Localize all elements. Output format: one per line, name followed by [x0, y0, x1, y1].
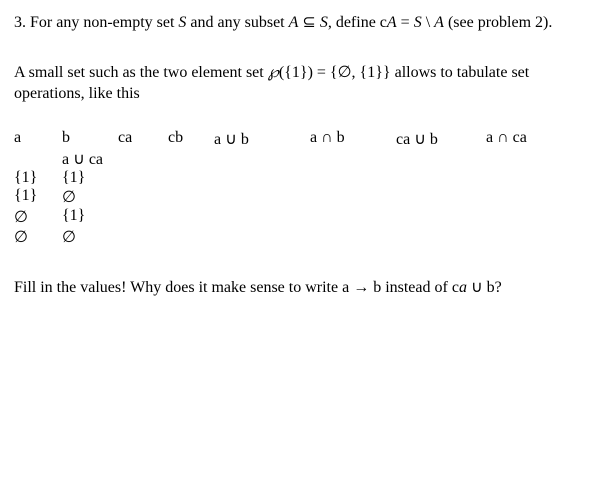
desc-text1: A small set such as the two element set	[14, 64, 268, 81]
final-question: Fill in the values! Why does it make sen…	[14, 277, 597, 299]
col-header-ca: ca	[118, 129, 168, 149]
setminus-sym: \	[422, 14, 434, 31]
cell-b: ∅	[62, 187, 118, 207]
intro-text4: (see problem 2).	[444, 14, 552, 31]
table-header-row-1: a b ca cb a ∪ b a ∩ b ca ∪ b a ∩ ca	[14, 129, 527, 149]
cell-b: ∅	[62, 227, 118, 247]
col-header-a: a	[14, 129, 62, 149]
intro-text3: , define c	[328, 14, 387, 31]
subset-sym: ⊆	[298, 14, 319, 31]
var-S2: S	[320, 14, 328, 31]
var-S3: S	[414, 14, 422, 31]
table-row: {1} {1}	[14, 169, 527, 187]
table-row: ∅ {1}	[14, 207, 527, 227]
cell-b: {1}	[62, 169, 118, 187]
problem-intro: 3. For any non-empty set S and any subse…	[14, 12, 597, 34]
var-A3: A	[434, 14, 444, 31]
col-header-anca: a ∩ ca	[486, 129, 527, 149]
cell-a: ∅	[14, 207, 62, 227]
question-text2: ∪ b?	[467, 279, 502, 296]
intro-text2: and any subset	[186, 14, 288, 31]
question-text1: Fill in the values! Why does it make sen…	[14, 279, 459, 296]
col-header-cb: cb	[168, 129, 214, 149]
cell-a: {1}	[14, 169, 62, 187]
var-A2: A	[387, 14, 397, 31]
cell-b: {1}	[62, 207, 118, 227]
table-header-row-2: a ∪ ca	[14, 149, 527, 169]
problem-number: 3.	[14, 14, 26, 31]
col-header-caub: ca ∪ b	[396, 129, 486, 149]
col-header-aub: a ∪ b	[214, 129, 310, 149]
question-var-a: a	[459, 279, 467, 296]
eq-sym: =	[397, 14, 414, 31]
table-row: ∅ ∅	[14, 227, 527, 247]
col-header-anb: a ∩ b	[310, 129, 396, 149]
table-row: {1} ∅	[14, 187, 527, 207]
cell-a: {1}	[14, 187, 62, 207]
intro-text1: For any non-empty set	[26, 14, 178, 31]
col-header-b: b	[62, 129, 118, 149]
var-A: A	[289, 14, 299, 31]
description: A small set such as the two element set …	[14, 62, 597, 105]
powerset-sym: ℘	[268, 64, 279, 81]
operations-table: a b ca cb a ∪ b a ∩ b ca ∪ b a ∩ ca a ∪ …	[14, 129, 527, 247]
col-header-auca: a ∪ ca	[62, 149, 118, 169]
cell-a: ∅	[14, 227, 62, 247]
